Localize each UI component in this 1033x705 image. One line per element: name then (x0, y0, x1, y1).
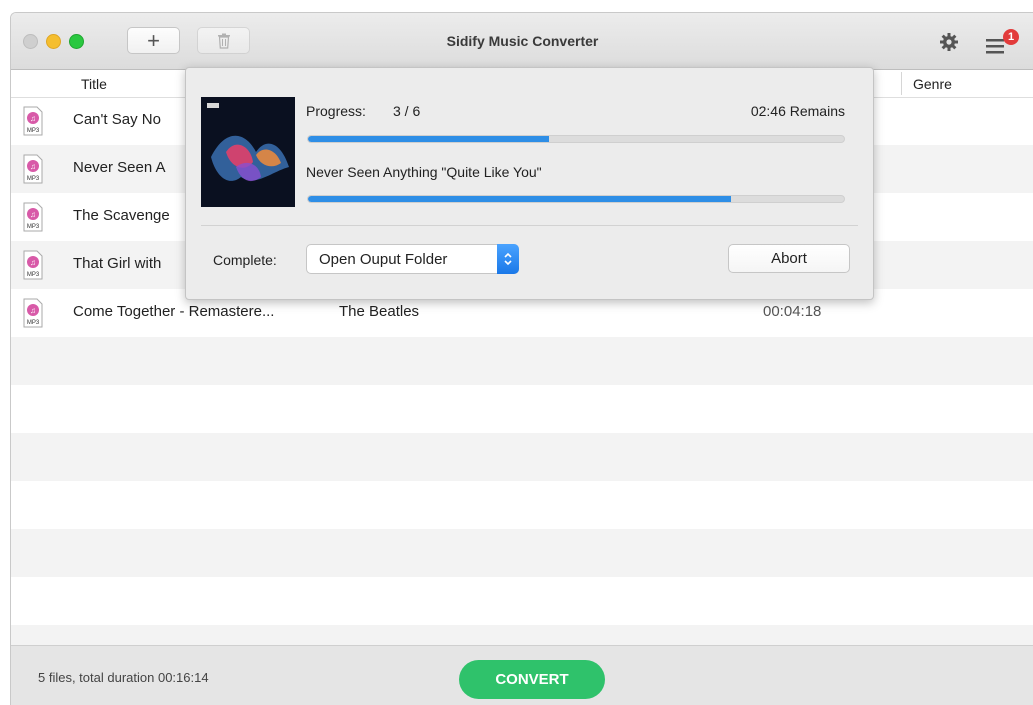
svg-text:MP3: MP3 (27, 320, 40, 326)
svg-text:♫: ♫ (30, 114, 36, 123)
column-title[interactable]: Title (81, 76, 107, 92)
track-progress-bar (307, 195, 845, 203)
track-title: The Scavenge (73, 207, 170, 224)
track-artist: The Beatles (339, 303, 420, 320)
time-remaining: 02:46 Remains (750, 103, 845, 119)
svg-text:♫: ♫ (30, 306, 36, 315)
abort-button[interactable]: Abort (728, 244, 850, 273)
album-cover (201, 97, 295, 207)
empty-row (11, 337, 1033, 385)
empty-row (11, 577, 1033, 625)
gear-icon[interactable] (938, 31, 960, 53)
files-summary: 5 files, total duration 00:16:14 (38, 670, 209, 685)
empty-row (11, 625, 1033, 645)
track-title: Can't Say No (73, 111, 161, 128)
convert-button[interactable]: CONVERT (459, 660, 605, 699)
overall-progress-bar (307, 135, 845, 143)
add-button[interactable]: + (127, 27, 180, 54)
column-separator (901, 72, 902, 95)
svg-text:♫: ♫ (30, 162, 36, 171)
trash-icon (217, 33, 230, 49)
title-bar: Sidify Music Converter + 1 (11, 13, 1033, 70)
mp3-file-icon: ♫ MP3 (23, 298, 43, 328)
empty-row (11, 433, 1033, 481)
overall-progress-fill (308, 136, 550, 142)
track-progress-fill (308, 196, 732, 202)
svg-text:♫: ♫ (30, 258, 36, 267)
svg-text:MP3: MP3 (27, 176, 40, 182)
plus-icon: + (147, 27, 160, 53)
svg-text:MP3: MP3 (27, 272, 40, 278)
conversion-progress-popover: Progress: 3 / 6 02:46 Remains Never Seen… (185, 67, 874, 300)
empty-row (11, 385, 1033, 433)
complete-label: Complete: (213, 252, 277, 268)
current-track-title: Never Seen Anything "Quite Like You" (306, 164, 542, 180)
track-duration: 00:04:18 (763, 303, 822, 320)
empty-row (11, 481, 1033, 529)
mp3-file-icon: ♫ MP3 (23, 250, 43, 280)
task-list-button[interactable]: 1 (986, 29, 1022, 57)
mp3-file-icon: ♫ MP3 (23, 154, 43, 184)
progress-count: 3 / 6 (393, 103, 421, 119)
track-title: Come Together - Remastere... (73, 303, 275, 320)
select-stepper[interactable] (497, 244, 519, 274)
chevron-up-down-icon (504, 252, 512, 266)
album-art-image (201, 97, 295, 207)
svg-text:MP3: MP3 (27, 128, 40, 134)
progress-label: Progress: (306, 103, 366, 119)
svg-text:♫: ♫ (30, 210, 36, 219)
notification-badge: 1 (1003, 29, 1019, 45)
complete-action-value: Open Ouput Folder (319, 251, 448, 268)
mp3-file-icon: ♫ MP3 (23, 106, 43, 136)
complete-action-select[interactable]: Open Ouput Folder (306, 244, 519, 274)
footer-bar: 5 files, total duration 00:16:14 CONVERT (11, 645, 1033, 705)
popover-divider (201, 225, 858, 226)
empty-row (11, 529, 1033, 577)
column-genre[interactable]: Genre (913, 76, 952, 92)
track-title: That Girl with (73, 255, 162, 272)
svg-text:MP3: MP3 (27, 224, 40, 230)
track-title: Never Seen A (73, 159, 166, 176)
delete-button[interactable] (197, 27, 250, 54)
mp3-file-icon: ♫ MP3 (23, 202, 43, 232)
